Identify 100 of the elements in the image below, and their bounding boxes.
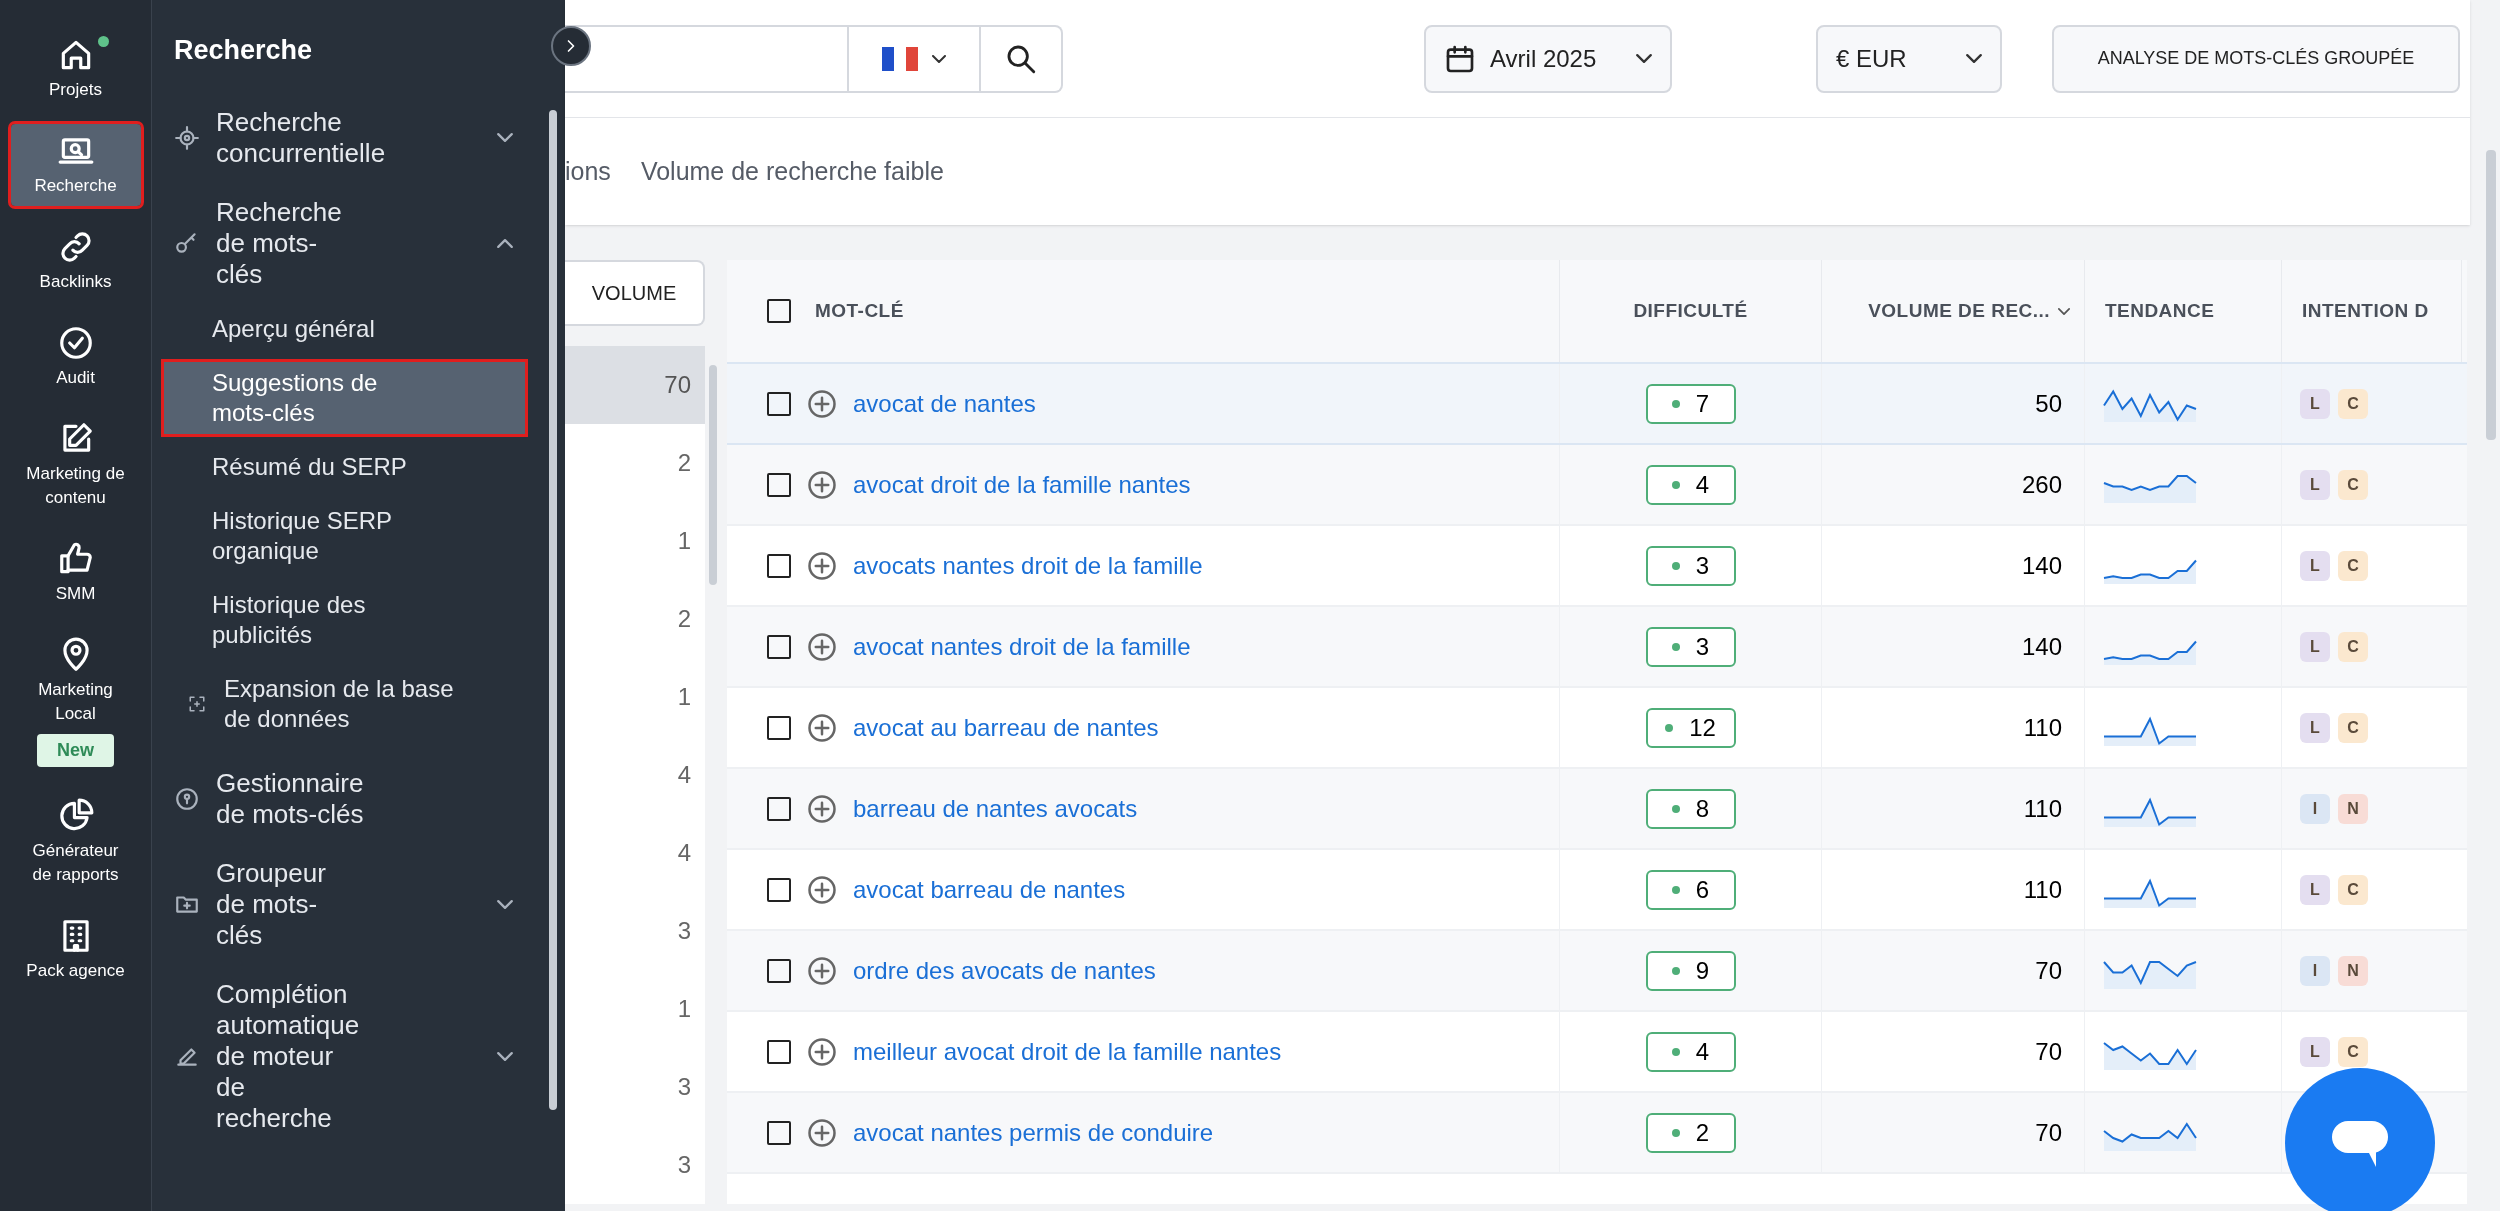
table-row[interactable]: avocat nantes droit de la famille 3 140 L C	[727, 607, 2467, 688]
rail-label: Projets	[49, 79, 102, 101]
table-row[interactable]: meilleur avocat droit de la famille nantes 4 70 L C	[727, 1012, 2467, 1093]
column-header[interactable]: INTENTION D	[2302, 296, 2429, 326]
count-item[interactable]: 70	[565, 346, 705, 424]
submenu-item-label: Suggestions de mots-clés	[212, 367, 379, 428]
keyword-link[interactable]: avocat droit de la famille nantes	[853, 466, 1191, 503]
intent-badge: C	[2338, 388, 2368, 419]
submenu-item[interactable]: Résumé du SERP	[164, 445, 525, 488]
count-item[interactable]: 4	[565, 736, 705, 814]
menu-group[interactable]: Gestionnaire de mots-clés	[174, 767, 525, 830]
table-cell-text: 260	[2021, 469, 2062, 500]
keyword-link[interactable]: avocat nantes permis de conduire	[853, 1114, 1214, 1151]
count-item[interactable]: 2	[565, 424, 705, 502]
bulk-analysis-button[interactable]: ANALYSE DE MOTS-CLÉS GROUPÉE	[2052, 24, 2460, 93]
table-row[interactable]: avocat au barreau de nantes 12 110 L C	[727, 688, 2467, 769]
menu-group[interactable]: Recherche concurrentielle	[174, 106, 525, 169]
intent-badge: L	[2300, 631, 2330, 662]
volume-filter-button[interactable]: VOLUME	[565, 260, 705, 326]
table-cell-text: 50	[2035, 388, 2062, 419]
table-row[interactable]: avocat droit de la famille nantes 4 260 L C	[727, 445, 2467, 526]
table-row[interactable]: barreau de nantes avocats 8 110 I N	[727, 769, 2467, 850]
count-item[interactable]: 1	[565, 970, 705, 1048]
difficulty-badge: 8	[1645, 788, 1736, 829]
keyword-link[interactable]: barreau de nantes avocats	[853, 790, 1138, 827]
table-cell-text: 70	[2035, 955, 2062, 986]
rail-item[interactable]: Backlinks	[10, 220, 141, 302]
menu-group-label: Gestionnaire de mots-clés	[216, 767, 364, 830]
table-cell-text: 110	[2023, 874, 2062, 905]
intent-badge: L	[2300, 874, 2330, 905]
menu-group-label: Groupeur de mots-clés	[216, 857, 327, 951]
submenu-item[interactable]: Expansion de la base de données	[164, 667, 525, 740]
rail-item[interactable]: SMM	[10, 532, 141, 614]
submenu-item[interactable]: Aperçu général	[164, 307, 525, 350]
menu-group-label: Complétion automatique de moteur de recherche	[216, 978, 360, 1134]
submenu-item[interactable]: Historique des publicités	[164, 583, 525, 656]
menu-group[interactable]: Complétion automatique de moteur de recherche	[174, 978, 525, 1134]
table-cell-text: 70	[2035, 1036, 2062, 1067]
count-item[interactable]: 3	[565, 1126, 705, 1204]
intent-badge: L	[2300, 1036, 2330, 1067]
keyword-link[interactable]: avocat au barreau de nantes	[853, 709, 1159, 746]
count-item[interactable]: 3	[565, 1048, 705, 1126]
keyword-link[interactable]: avocats nantes droit de la famille	[853, 547, 1203, 584]
rail-item[interactable]: Audit	[10, 316, 141, 398]
intent-badge: C	[2338, 712, 2368, 743]
rail-item[interactable]: Recherche	[10, 124, 141, 206]
intent-badge: I	[2300, 955, 2330, 986]
submenu-item-label: Résumé du SERP	[212, 451, 407, 482]
intent-badge: I	[2300, 793, 2330, 824]
count-item[interactable]: 1	[565, 502, 705, 580]
table-cell-text: 70	[2035, 1117, 2062, 1148]
intent-badge: N	[2338, 955, 2368, 986]
intent-badge: C	[2338, 550, 2368, 581]
difficulty-badge: 3	[1645, 545, 1736, 586]
rail-item[interactable]: Marketing de contenu	[10, 412, 141, 518]
currency-dropdown[interactable]: € EUR	[1816, 24, 2002, 93]
table-row[interactable]: avocat de nantes 7 50 L C	[727, 364, 2467, 445]
tab[interactable]: ions	[565, 152, 611, 191]
keyword-link[interactable]: meilleur avocat droit de la famille nantes	[853, 1033, 1282, 1070]
count-item[interactable]: 3	[565, 892, 705, 970]
table-cell-text: 110	[2023, 712, 2062, 743]
table-row[interactable]: avocat nantes permis de conduire 2 70	[727, 1093, 2467, 1174]
keyword-link[interactable]: avocat de nantes	[853, 385, 1036, 422]
submenu-title: Recherche	[174, 34, 314, 67]
rail-label: SMM	[55, 583, 96, 605]
submenu-item-label: Expansion de la base de données	[224, 673, 454, 734]
rail-item[interactable]: Projets	[10, 28, 141, 110]
count-item[interactable]: 1	[565, 658, 705, 736]
keyword-link[interactable]: avocat nantes droit de la famille	[853, 628, 1191, 665]
count-item[interactable]: 2	[565, 580, 705, 658]
date-dropdown[interactable]: Avril 2025	[1424, 24, 1672, 93]
column-header[interactable]: DIFFICULTÉ	[1633, 296, 1748, 326]
table-row[interactable]: avocat barreau de nantes 6 110 L C	[727, 850, 2467, 931]
intent-badge: C	[2338, 1036, 2368, 1067]
table-row[interactable]: avocats nantes droit de la famille 3 140 L C	[727, 526, 2467, 607]
submenu-item[interactable]: Suggestions de mots-clés	[164, 361, 525, 434]
column-header[interactable]: VOLUME DE REC...	[1868, 296, 2050, 326]
rail-label: Générateur de rapports	[31, 840, 120, 886]
count-item[interactable]: 4	[565, 814, 705, 892]
difficulty-badge: 4	[1645, 464, 1736, 505]
rail-item[interactable]: Marketing Local New	[10, 628, 141, 775]
rail-item[interactable]: Générateur de rapports	[10, 789, 141, 895]
new-badge: New	[37, 734, 114, 767]
submenu-item-label: Aperçu général	[212, 313, 375, 344]
keyword-link[interactable]: avocat barreau de nantes	[853, 871, 1126, 908]
table-row[interactable]: ordre des avocats de nantes 9 70 I N	[727, 931, 2467, 1012]
rail-label: Backlinks	[39, 271, 112, 293]
rail-item[interactable]: Pack agence	[10, 909, 141, 991]
tab[interactable]: Volume de recherche faible	[640, 152, 944, 191]
difficulty-badge: 4	[1645, 1031, 1736, 1072]
column-header[interactable]: MOT-CLÉ	[815, 296, 904, 326]
table-cell-text: 140	[2021, 631, 2062, 662]
column-header[interactable]: TENDANCE	[2105, 296, 2215, 326]
submenu-item[interactable]: Historique SERP organique	[164, 499, 525, 572]
table-cell-text: 110	[2023, 793, 2062, 824]
difficulty-badge: 6	[1645, 869, 1736, 910]
intent-badge: L	[2300, 550, 2330, 581]
keyword-link[interactable]: ordre des avocats de nantes	[853, 952, 1156, 989]
menu-group[interactable]: Recherche de mots-clés	[174, 196, 525, 290]
menu-group[interactable]: Groupeur de mots-clés	[174, 857, 525, 951]
